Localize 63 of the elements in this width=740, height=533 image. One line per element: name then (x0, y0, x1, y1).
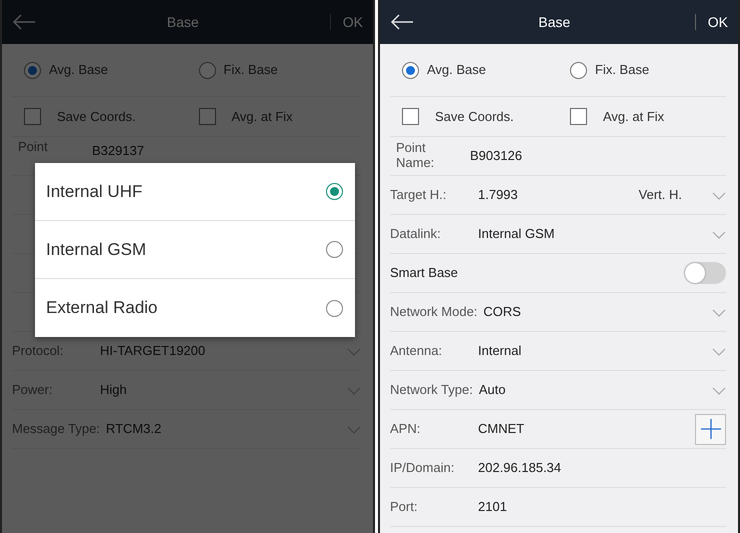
field-label: Network Type: (390, 381, 474, 400)
add-button[interactable] (695, 414, 726, 444)
option-label: Internal GSM (46, 238, 146, 261)
option-label: Internal UHF (46, 180, 142, 203)
radio-label: Fix. Base (595, 61, 650, 80)
checkbox-label: Avg. at Fix (603, 108, 664, 126)
field-label: APN: (390, 420, 422, 438)
radio-button[interactable] (198, 62, 216, 78)
dialog-option[interactable]: Internal UHF (35, 163, 355, 221)
back-icon[interactable] (390, 14, 414, 30)
checkbox[interactable] (402, 108, 419, 125)
field-value: 2101 (478, 498, 508, 516)
field-label: Message Type: (12, 420, 101, 438)
field-label: Datalink: (390, 225, 442, 244)
field-value: RTCM3.2 (106, 420, 162, 438)
checkbox-option[interactable]: Save Coords. (390, 106, 558, 126)
checkbox-option[interactable]: Avg. at Fix (558, 106, 726, 126)
checkbox-label: Save Coords. (435, 108, 514, 126)
dialog-option[interactable]: Internal GSM (35, 221, 355, 279)
radio-button[interactable] (326, 300, 343, 316)
radio-label: Avg. Base (427, 61, 486, 80)
field-label: Antenna: (390, 342, 444, 360)
field-value: Auto (478, 381, 507, 400)
field-label: Protocol: (12, 342, 64, 360)
field-value: 202.96.185.34 (478, 459, 562, 478)
field-label: IP/Domain: (390, 459, 456, 478)
field-value: HI-TARGET19200 (100, 342, 206, 360)
screen-title: Base (166, 12, 200, 32)
field-label: Point (17, 138, 49, 155)
checkbox-label: Avg. at Fix (232, 108, 293, 126)
field-label: Target H.: (390, 186, 448, 204)
field-value: CMNET (478, 420, 526, 438)
screen-title: Base (537, 12, 572, 32)
radio-button[interactable] (326, 183, 343, 200)
field-value: High (100, 381, 128, 400)
radio-label: Avg. Base (49, 61, 108, 80)
dialog-option[interactable]: External Radio (35, 279, 355, 337)
field-label: Point Name: (395, 141, 436, 171)
checkbox[interactable] (570, 108, 587, 125)
field-label: Network Mode: (390, 303, 478, 322)
radio-label: Fix. Base (224, 61, 278, 80)
mode-radio-option[interactable]: Avg. Base (390, 60, 558, 80)
field-label: Smart Base (390, 264, 459, 282)
checkbox-label: Save Coords. (57, 108, 136, 126)
field-label: Port: (390, 498, 418, 516)
field-value: B329137 (92, 142, 146, 160)
radio-button[interactable] (24, 62, 41, 78)
field-value: Internal GSM (478, 225, 556, 244)
toggle-switch[interactable] (684, 262, 726, 284)
radio-button[interactable] (402, 62, 419, 78)
unit-label: Vert. H. (638, 186, 682, 204)
field-label: Power: (12, 381, 54, 400)
field-value: 1.7993 (478, 186, 519, 204)
mode-radio-option[interactable]: Fix. Base (558, 60, 726, 80)
radio-button[interactable] (570, 62, 587, 78)
option-label: External Radio (46, 297, 158, 320)
checkbox[interactable] (24, 108, 41, 125)
radio-button[interactable] (326, 241, 343, 258)
field-value: B903126 (470, 147, 524, 166)
field-value: Internal (478, 342, 522, 360)
ok-button[interactable]: OK (694, 14, 728, 30)
checkbox[interactable] (198, 108, 216, 125)
field-value: CORS (483, 303, 522, 322)
